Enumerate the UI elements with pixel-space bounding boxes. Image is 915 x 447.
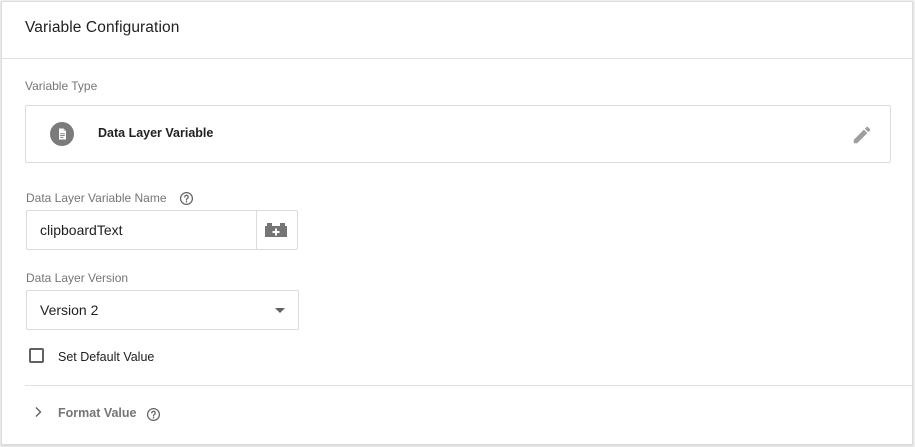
variable-picker-button[interactable] <box>256 211 297 249</box>
chevron-right-icon <box>35 407 42 417</box>
set-default-value-label[interactable]: Set Default Value <box>58 350 154 364</box>
variable-configuration-panel: Variable Configuration Variable Type Dat… <box>1 1 913 445</box>
variable-type-name: Data Layer Variable <box>98 126 214 140</box>
dl-version-selected: Version 2 <box>40 302 99 318</box>
document-icon <box>50 122 74 146</box>
dlv-name-field <box>26 210 298 250</box>
format-value-toggle[interactable]: Format Value <box>25 398 185 428</box>
variable-type-card[interactable]: Data Layer Variable <box>25 105 891 163</box>
dl-version-label: Data Layer Version <box>26 271 129 285</box>
dlv-name-label: Data Layer Variable Name <box>26 191 167 205</box>
caret-down-icon <box>275 308 285 313</box>
dlv-name-input[interactable] <box>27 211 257 249</box>
dl-version-select[interactable]: Version 2 <box>26 290 299 330</box>
set-default-value-checkbox[interactable] <box>29 348 44 363</box>
format-value-label: Format Value <box>58 406 137 420</box>
pencil-icon[interactable] <box>851 124 873 146</box>
panel-title: Variable Configuration <box>25 19 180 36</box>
help-circle-icon[interactable] <box>179 191 194 206</box>
variable-type-label: Variable Type <box>25 79 98 93</box>
section-divider <box>25 385 912 386</box>
panel-header: Variable Configuration <box>2 2 912 59</box>
help-circle-icon[interactable] <box>146 407 161 422</box>
variable-brick-add-icon <box>265 223 287 237</box>
